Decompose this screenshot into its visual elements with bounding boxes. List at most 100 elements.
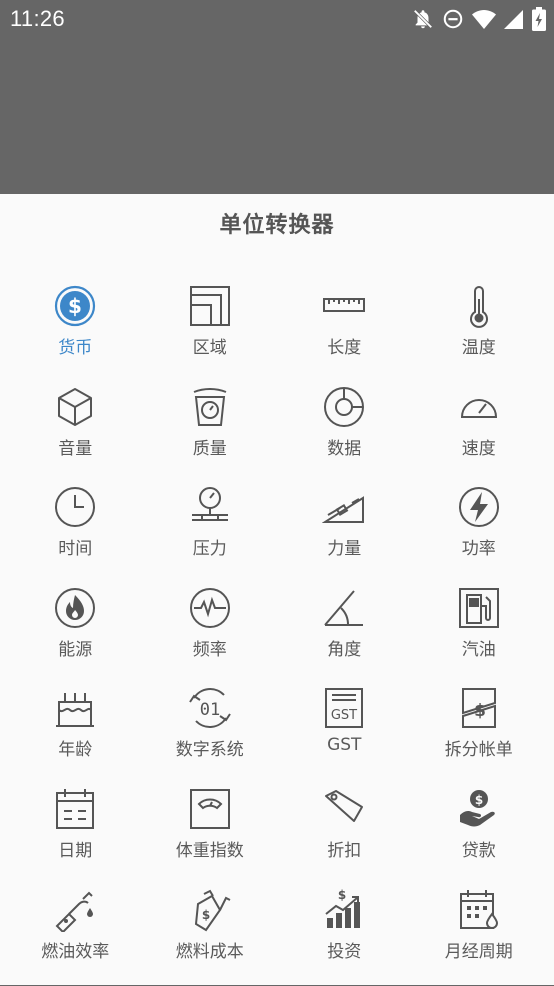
converter-item-split-bill[interactable]: $ 拆分帐单 bbox=[412, 684, 547, 785]
converter-item-label: 贷款 bbox=[461, 840, 496, 861]
converter-item-label: 年龄 bbox=[58, 740, 93, 761]
converter-item-label: 功率 bbox=[461, 539, 496, 560]
area-icon bbox=[189, 286, 230, 326]
converter-item-label: 燃料成本 bbox=[175, 941, 244, 962]
converter-item-speed[interactable]: 速度 bbox=[412, 383, 547, 484]
scale-icon bbox=[193, 387, 227, 426]
speedometer-icon bbox=[460, 398, 497, 418]
birthday-cake-icon bbox=[56, 693, 95, 728]
wifi-icon bbox=[472, 10, 496, 29]
lightning-icon bbox=[458, 487, 499, 528]
converter-item-length[interactable]: 长度 bbox=[277, 282, 412, 383]
status-bar: 11:26 bbox=[0, 0, 554, 38]
converter-item-label: 日期 bbox=[58, 840, 93, 861]
converter-item-label: 投资 bbox=[327, 941, 362, 962]
converter-item-temperature[interactable]: 温度 bbox=[412, 282, 547, 383]
converter-item-label: 角度 bbox=[327, 639, 362, 660]
converter-item-label: 折扣 bbox=[327, 840, 362, 861]
loan-hand-icon: $ bbox=[459, 789, 495, 827]
converter-item-label: 数据 bbox=[327, 438, 362, 459]
converter-item-volume[interactable]: 音量 bbox=[8, 383, 143, 484]
fuel-efficiency-icon bbox=[55, 891, 94, 932]
split-bill-icon: $ bbox=[461, 688, 496, 729]
converter-item-discount[interactable]: 折扣 bbox=[277, 785, 412, 886]
converter-item-currency[interactable]: $ 货币 bbox=[8, 282, 143, 383]
svg-text:$: $ bbox=[474, 701, 486, 721]
converter-item-label: 速度 bbox=[461, 438, 496, 459]
calendar-icon bbox=[56, 788, 95, 829]
converter-item-label: 音量 bbox=[58, 438, 93, 459]
converter-item-label: GST bbox=[327, 735, 362, 756]
converter-item-force[interactable]: 力量 bbox=[277, 483, 412, 584]
price-tag-icon bbox=[325, 789, 364, 822]
gst-receipt-icon: GST bbox=[325, 688, 364, 729]
svg-text:$: $ bbox=[475, 793, 483, 807]
sheet-title: 单位转换器 bbox=[219, 213, 335, 238]
converter-item-petrol[interactable]: 汽油 bbox=[412, 584, 547, 685]
notifications-off-icon bbox=[413, 9, 433, 29]
clock-icon bbox=[55, 487, 96, 528]
svg-text:01: 01 bbox=[200, 700, 220, 720]
converter-item-label: 压力 bbox=[192, 539, 227, 560]
pulse-wave-icon bbox=[189, 587, 230, 628]
data-disc-icon bbox=[324, 386, 365, 427]
converter-item-fuel-efficiency[interactable]: 燃油效率 bbox=[8, 886, 143, 986]
status-icons bbox=[412, 6, 546, 32]
svg-text:$: $ bbox=[338, 888, 346, 902]
converter-item-bmi[interactable]: 体重指数 bbox=[143, 785, 278, 886]
status-time: 11:26 bbox=[10, 6, 65, 31]
thermometer-icon bbox=[469, 286, 488, 328]
converter-item-gst[interactable]: GST GST bbox=[277, 684, 412, 785]
converter-item-pressure[interactable]: 压力 bbox=[143, 483, 278, 584]
converter-item-loan[interactable]: $ 贷款 bbox=[412, 785, 547, 886]
converter-item-mass[interactable]: 质量 bbox=[143, 383, 278, 484]
converter-item-label: 货币 bbox=[58, 338, 93, 358]
converter-grid: $ 货币 区域 长度 温度 音量 质量 数据 速度 时间 压力 力量 功率 能源… bbox=[8, 282, 546, 986]
converter-item-label: 能源 bbox=[58, 639, 93, 660]
converter-item-label: 月经周期 bbox=[444, 941, 513, 962]
converter-item-power[interactable]: 功率 bbox=[412, 483, 547, 584]
period-calendar-icon bbox=[459, 889, 498, 929]
flame-icon bbox=[55, 587, 96, 628]
svg-text:$: $ bbox=[202, 908, 210, 922]
converter-item-time[interactable]: 时间 bbox=[8, 483, 143, 584]
converter-item-label: 区域 bbox=[192, 338, 227, 358]
converter-item-energy[interactable]: 能源 bbox=[8, 584, 143, 685]
fuel-pump-icon bbox=[458, 587, 499, 628]
svg-text:$: $ bbox=[68, 294, 82, 318]
converter-item-area[interactable]: 区域 bbox=[143, 282, 278, 383]
converter-item-label: 燃油效率 bbox=[41, 941, 110, 962]
converter-item-menstrual-cycle[interactable]: 月经周期 bbox=[412, 886, 547, 986]
incline-force-icon bbox=[322, 496, 365, 524]
unit-converter-sheet: 单位转换器 $ 货币 区域 长度 温度 音量 质量 数据 速度 时间 压力 力量… bbox=[0, 194, 554, 985]
converter-item-label: 温度 bbox=[461, 338, 496, 358]
angle-icon bbox=[324, 590, 364, 626]
converter-item-age[interactable]: 年龄 bbox=[8, 684, 143, 785]
converter-item-label: 汽油 bbox=[461, 639, 496, 660]
cube-icon bbox=[58, 387, 93, 426]
converter-item-fuel-cost[interactable]: $ 燃料成本 bbox=[143, 886, 278, 986]
converter-item-label: 时间 bbox=[58, 539, 93, 560]
converter-item-label: 力量 bbox=[327, 539, 362, 560]
pressure-gauge-icon bbox=[191, 487, 228, 522]
ruler-icon bbox=[323, 298, 366, 312]
converter-item-frequency[interactable]: 频率 bbox=[143, 584, 278, 685]
converter-item-label: 体重指数 bbox=[175, 840, 244, 861]
binary-number-icon: 01 bbox=[188, 688, 231, 729]
svg-text:GST: GST bbox=[331, 708, 357, 723]
fuel-cost-icon: $ bbox=[194, 889, 231, 931]
converter-item-label: 数字系统 bbox=[175, 740, 244, 761]
converter-item-angle[interactable]: 角度 bbox=[277, 584, 412, 685]
signal-icon bbox=[504, 10, 523, 29]
converter-item-label: 质量 bbox=[192, 438, 227, 459]
converter-item-label: 频率 bbox=[192, 639, 227, 660]
investment-chart-icon: $ bbox=[325, 888, 361, 928]
converter-item-data[interactable]: 数据 bbox=[277, 383, 412, 484]
currency-icon: $ bbox=[55, 285, 96, 327]
converter-item-number-system[interactable]: 01 数字系统 bbox=[143, 684, 278, 785]
converter-item-date[interactable]: 日期 bbox=[8, 785, 143, 886]
converter-item-label: 拆分帐单 bbox=[444, 740, 513, 761]
bmi-scale-icon bbox=[189, 788, 230, 829]
converter-item-investment[interactable]: $ 投资 bbox=[277, 886, 412, 986]
battery-charging-icon bbox=[532, 7, 546, 31]
